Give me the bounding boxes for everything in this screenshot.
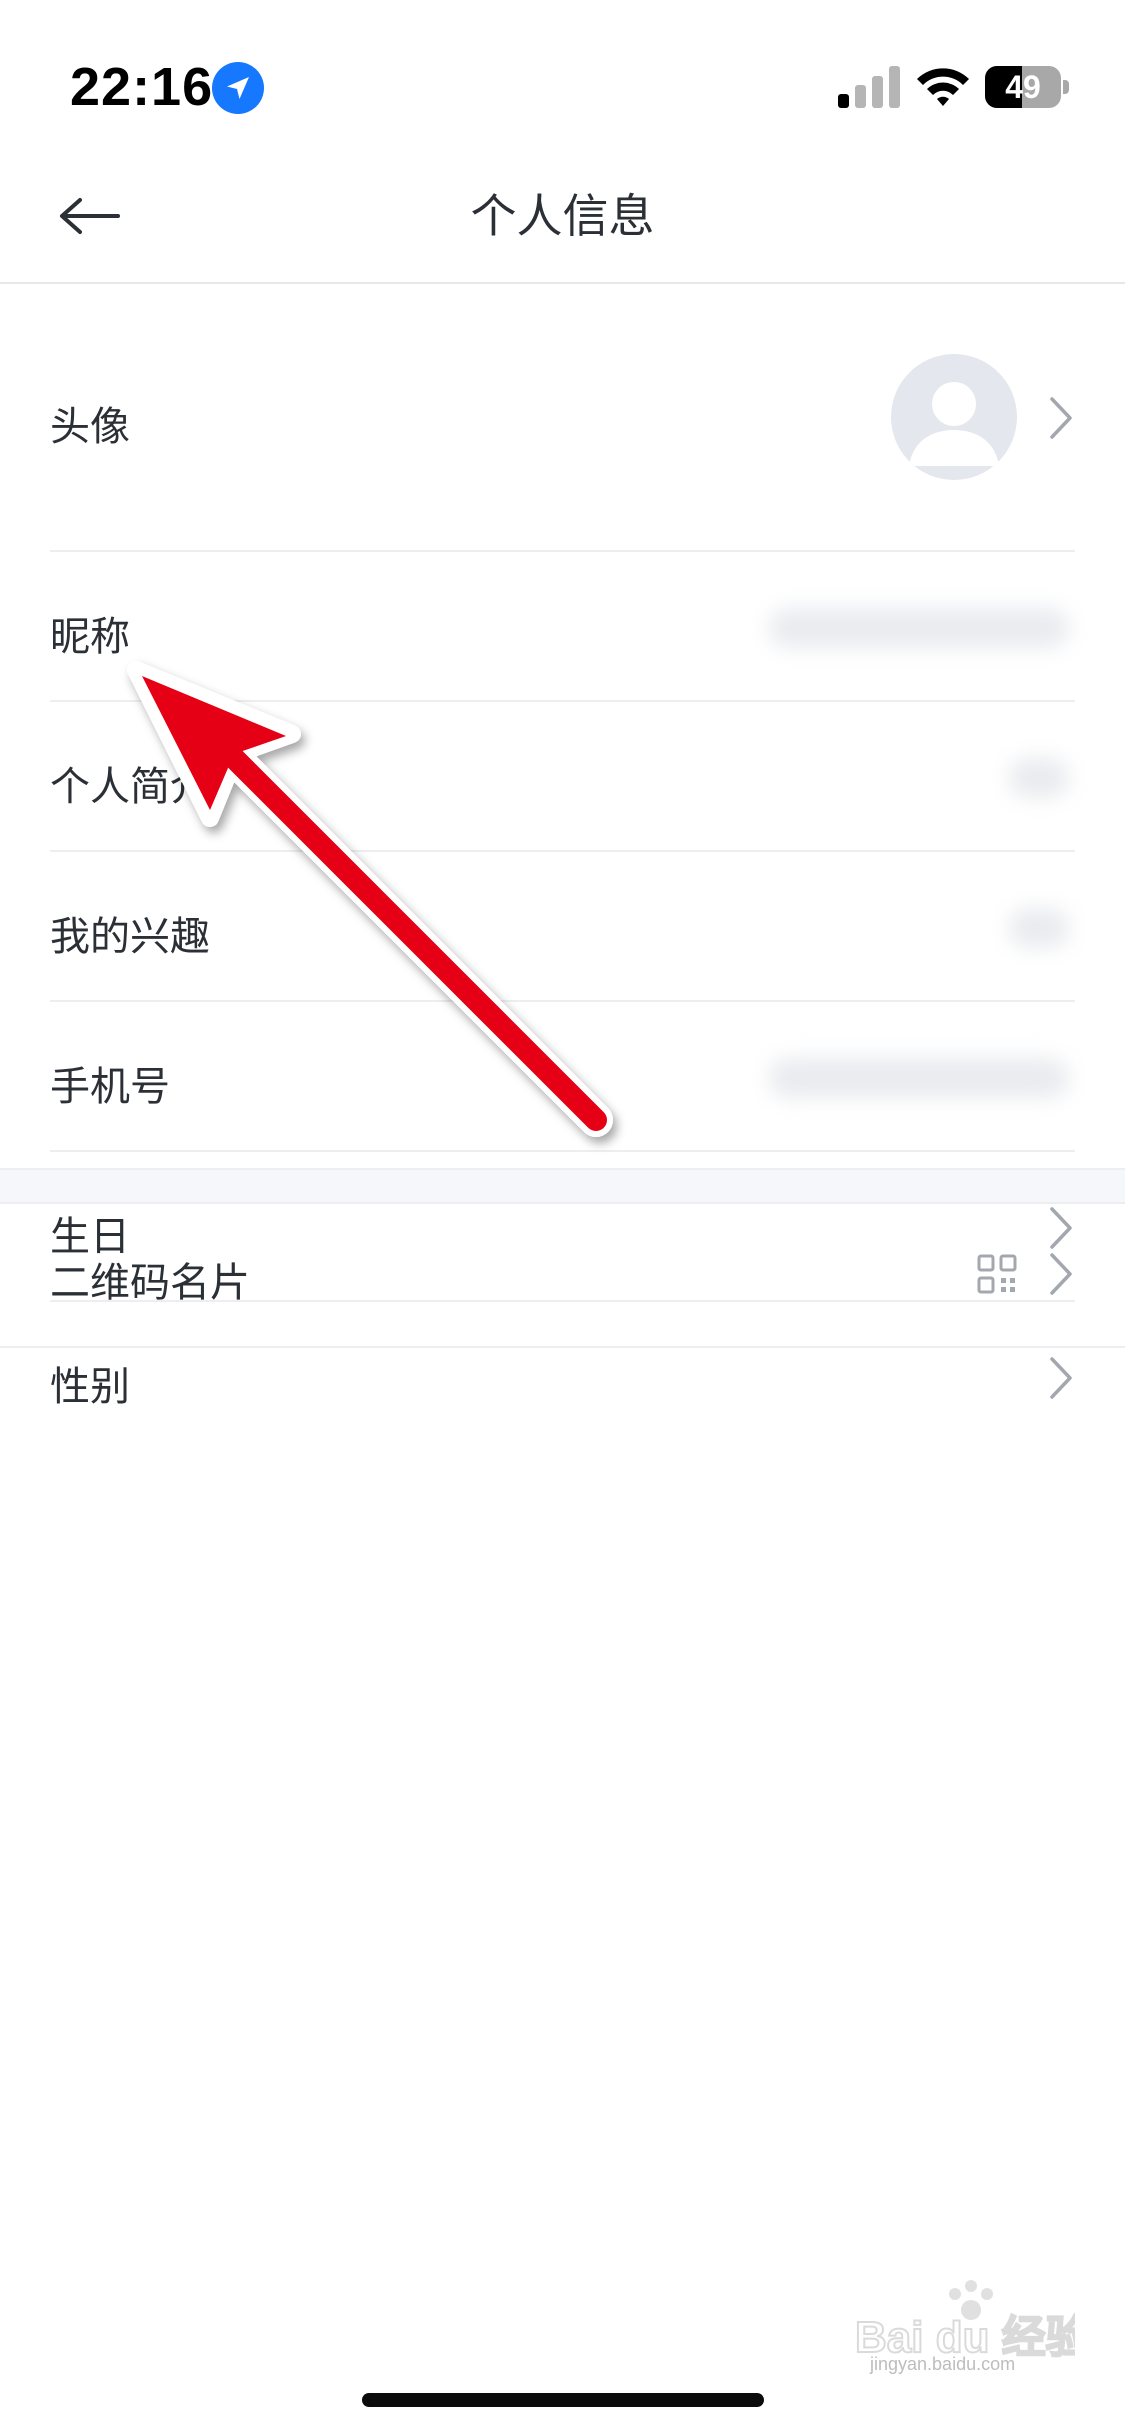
status-bar: 22:16 49 (0, 0, 1125, 150)
qr-code-icon (977, 1254, 1017, 1294)
bio-row[interactable]: 个人简介 (0, 702, 1125, 852)
nav-header: 个人信息 (0, 150, 1125, 284)
back-button[interactable] (40, 174, 140, 258)
avatar[interactable] (891, 354, 1017, 480)
chevron-right-icon (1050, 1253, 1072, 1295)
home-indicator[interactable] (362, 2393, 764, 2407)
back-arrow-icon (60, 198, 120, 234)
phone-row[interactable]: 手机号 (0, 1002, 1125, 1152)
battery-icon: 49 (985, 66, 1069, 108)
location-arrow-icon (212, 62, 264, 114)
status-time: 22:16 (70, 57, 214, 117)
chevron-right-icon (1050, 397, 1072, 439)
watermark-url: jingyan.baidu.com (870, 2354, 1016, 2374)
bio-label: 个人简介 (50, 764, 210, 810)
cellular-signal-icon (838, 66, 900, 108)
page-title: 个人信息 (470, 189, 655, 243)
list-bottom-divider (0, 1346, 1125, 1348)
default-avatar-icon (909, 382, 999, 466)
interests-value-blurred (1009, 908, 1069, 948)
section-gap (0, 1168, 1125, 1204)
avatar-label: 头像 (50, 404, 130, 450)
interests-row[interactable]: 我的兴趣 (0, 852, 1125, 1002)
qr-card-row[interactable]: 二维码名片 (0, 1202, 1125, 1346)
chevron-right-icon (1050, 1357, 1072, 1399)
nickname-label: 昵称 (50, 614, 130, 660)
bio-value-blurred (1009, 758, 1069, 798)
nickname-value-blurred (769, 608, 1069, 648)
nickname-row[interactable]: 昵称 (0, 552, 1125, 702)
qr-card-label: 二维码名片 (50, 1260, 250, 1306)
wifi-icon (917, 68, 969, 106)
interests-label: 我的兴趣 (50, 914, 210, 960)
phone-label: 手机号 (50, 1064, 170, 1110)
avatar-row[interactable]: 头像 (0, 284, 1125, 552)
battery-level: 49 (1005, 69, 1041, 105)
phone-value-blurred (769, 1058, 1069, 1098)
gender-label: 性别 (50, 1364, 130, 1410)
